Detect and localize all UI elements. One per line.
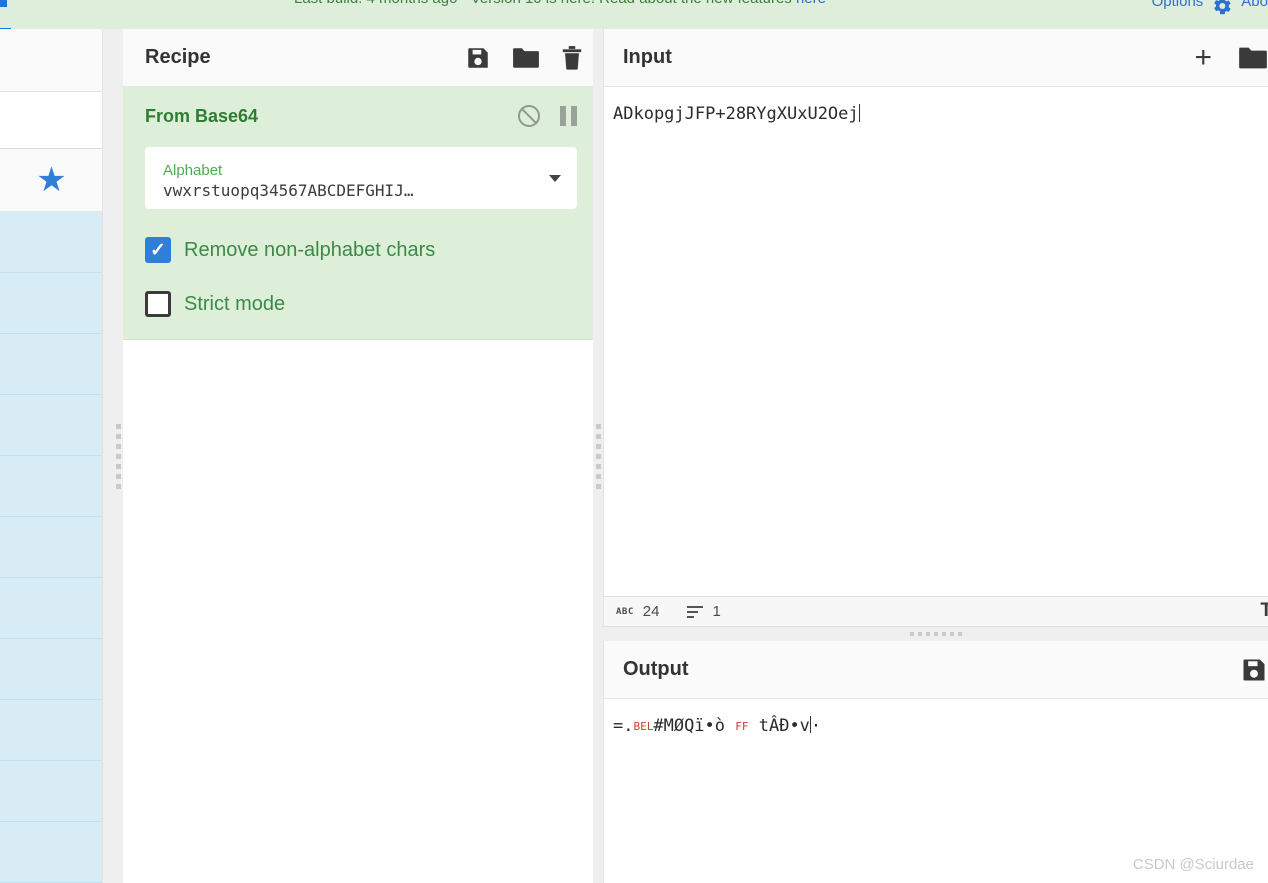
cyberchef-app: Last build: 4 months ago - Version 10 is… — [0, 0, 1268, 883]
checkbox-remove-non-alphabet-label: Remove non-alphabet chars — [184, 238, 436, 261]
operation-list-item[interactable] — [0, 212, 102, 273]
input-status-bar: ABC 24 1 T — [603, 596, 1268, 627]
operation-header: From Base64 — [145, 105, 577, 127]
output-control-char: BEL — [633, 720, 654, 733]
input-lines-stat: 1 — [687, 603, 721, 620]
checkbox-strict-mode[interactable]: Strict mode — [145, 291, 577, 317]
output-text-run: tÂÐ•v — [748, 716, 810, 736]
encoding-indicator[interactable]: T — [1260, 600, 1268, 622]
text-cursor — [858, 104, 860, 122]
plus-icon[interactable]: + — [1194, 42, 1212, 72]
banner-message-link[interactable]: here — [796, 0, 826, 7]
notification-banner: Last build: 4 months ago - Version 10 is… — [0, 0, 1268, 29]
input-value: ADkopgjJFP+28RYgXUxU2Oej — [613, 104, 859, 124]
output-value: =.BEL#MØQï•ò FF tÂÐ•v — [613, 716, 810, 736]
splitter-handle-icon — [115, 423, 121, 489]
operations-search-input[interactable] — [0, 91, 102, 149]
operation-list-item[interactable] — [0, 639, 102, 700]
splitter-recipe-io[interactable] — [593, 29, 603, 883]
operations-list[interactable] — [0, 212, 102, 883]
operation-list-item[interactable] — [0, 456, 102, 517]
output-textarea[interactable]: =.BEL#MØQï•ò FF tÂÐ•v· — [604, 699, 1268, 736]
operation-list-item[interactable] — [0, 822, 102, 883]
output-pane: Output =.BEL#MØQï•ò FF tÂÐ•v· — [603, 641, 1268, 883]
input-pane: Input + ADkopgjJFP+28RYgXUxU2Oej — [603, 29, 1268, 596]
checkbox-remove-non-alphabet-box[interactable]: ✓ — [145, 237, 171, 263]
operation-title: From Base64 — [145, 105, 259, 126]
operation-list-item[interactable] — [0, 578, 102, 639]
input-textarea[interactable]: ADkopgjJFP+28RYgXUxU2Oej — [604, 87, 1268, 124]
operation-list-item[interactable] — [0, 334, 102, 395]
checkbox-strict-mode-box[interactable] — [145, 291, 171, 317]
splitter-handle-icon — [595, 423, 601, 489]
checkbox-strict-mode-label: Strict mode — [184, 292, 286, 315]
about-button[interactable]: Abo — [1241, 0, 1268, 10]
operation-list-item[interactable] — [0, 395, 102, 456]
recipe-operation-from-base64[interactable]: From Base64 Alphabet vwxrstuopq34567ABCD… — [123, 87, 599, 340]
input-title-bar: Input + — [604, 29, 1268, 87]
operation-list-item[interactable] — [0, 700, 102, 761]
abc-icon: ABC — [616, 606, 634, 617]
io-column: Input + ADkopgjJFP+28RYgXUxU2Oej ABC 24 — [603, 29, 1268, 883]
input-length-stat: ABC 24 — [616, 603, 659, 620]
disable-icon[interactable] — [518, 105, 540, 127]
operation-list-item[interactable] — [0, 517, 102, 578]
splitter-handle-icon — [909, 632, 962, 636]
lines-icon — [687, 605, 704, 618]
output-text-run: #MØQï•ò — [653, 716, 736, 736]
gear-icon[interactable] — [1211, 0, 1233, 17]
options-button[interactable]: Options — [1152, 0, 1204, 10]
trash-icon[interactable] — [561, 45, 583, 71]
operation-list-item[interactable] — [0, 761, 102, 822]
output-trailing: · — [810, 716, 822, 736]
input-lines-value: 1 — [712, 603, 721, 620]
recipe-actions — [465, 45, 583, 71]
save-icon[interactable] — [1240, 656, 1268, 684]
input-title: Input — [623, 46, 672, 68]
alphabet-value[interactable]: vwxrstuopq34567ABCDEFGHIJ… — [163, 180, 563, 202]
category-favourites[interactable]: ★ — [0, 149, 102, 212]
chevron-down-icon[interactable] — [549, 175, 561, 182]
operations-pane: ★ — [0, 29, 103, 883]
pause-icon[interactable] — [560, 106, 577, 126]
banner-actions: Options Abo — [1152, 0, 1268, 15]
recipe-title: Recipe — [145, 46, 211, 68]
banner-message-text: Last build: 4 months ago - Version 10 is… — [294, 0, 796, 7]
alphabet-label: Alphabet — [163, 162, 223, 179]
recipe-title-bar: Recipe — [123, 29, 599, 87]
output-title-bar: Output — [604, 641, 1268, 699]
output-actions — [1240, 656, 1268, 684]
input-length-value: 24 — [642, 603, 660, 620]
output-text-run: =. — [613, 716, 634, 736]
output-control-char: FF — [735, 720, 749, 733]
input-actions: + — [1194, 42, 1268, 72]
save-icon[interactable] — [465, 45, 491, 71]
output-title: Output — [623, 658, 689, 680]
splitter-operations-recipe[interactable] — [113, 29, 123, 883]
check-icon: ✓ — [150, 239, 166, 261]
recipe-pane: Recipe From Base64 Alphabet vwxrstuopq34… — [123, 29, 600, 883]
alphabet-field[interactable]: Alphabet vwxrstuopq34567ABCDEFGHIJ… — [145, 147, 577, 209]
operation-controls — [518, 105, 577, 127]
splitter-input-output[interactable] — [603, 627, 1268, 641]
checkbox-remove-non-alphabet[interactable]: ✓ Remove non-alphabet chars — [145, 237, 577, 263]
watermark: CSDN @Sciurdae — [1132, 856, 1254, 873]
folder-icon[interactable] — [1238, 45, 1268, 71]
folder-icon[interactable] — [512, 45, 540, 71]
operation-list-item[interactable] — [0, 273, 102, 334]
banner-message: Last build: 4 months ago - Version 10 is… — [0, 0, 1120, 7]
star-icon: ★ — [36, 161, 67, 199]
